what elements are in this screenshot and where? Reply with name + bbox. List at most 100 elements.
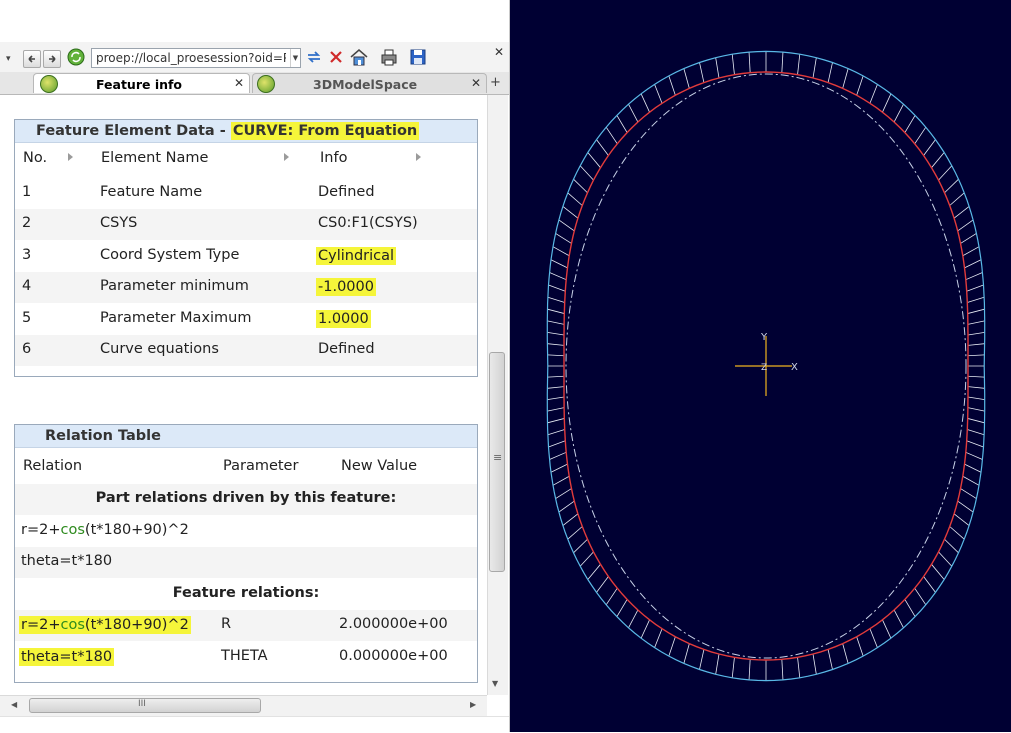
normal-tick bbox=[654, 84, 663, 104]
table-row: 6 Curve equations Defined bbox=[15, 335, 477, 366]
row-number: 1 bbox=[22, 184, 32, 200]
panel-title: Relation Table bbox=[45, 428, 161, 444]
normal-tick bbox=[967, 418, 985, 424]
print-button[interactable] bbox=[378, 47, 398, 67]
normal-tick bbox=[949, 526, 965, 540]
sync-arrows-icon bbox=[307, 51, 321, 63]
normal-tick bbox=[812, 653, 817, 675]
globe-tab-icon bbox=[40, 75, 58, 93]
home-button[interactable] bbox=[348, 47, 368, 67]
normal-tick bbox=[579, 165, 594, 181]
stop-x-icon bbox=[330, 51, 342, 63]
bottom-strip bbox=[0, 716, 509, 733]
row-number: 5 bbox=[22, 310, 32, 326]
scroll-down-arrow[interactable]: ▼ bbox=[492, 679, 498, 688]
relation-text-highlighted: theta=t*180 bbox=[19, 648, 115, 666]
browser-toolbar: ▾ proep://local_proesession?oid=PI ▼ ✕ bbox=[0, 42, 509, 72]
feature-element-panel: Feature Element Data - CURVE: From Equat… bbox=[14, 119, 478, 377]
model-viewport[interactable]: X Y Z bbox=[510, 0, 1011, 732]
normal-tick bbox=[715, 653, 720, 675]
normal-tick bbox=[558, 500, 575, 513]
normal-tick bbox=[882, 619, 892, 639]
tab-feature-info[interactable]: Feature info ✕ bbox=[33, 73, 250, 93]
table-row: 4 Parameter minimum -1.0000 bbox=[15, 272, 477, 303]
column-header-relation: Relation bbox=[23, 458, 83, 474]
table-row: 3 Coord System Type Cylindrical bbox=[15, 241, 477, 272]
row-info-highlighted: Cylindrical bbox=[316, 247, 397, 265]
normal-tick bbox=[944, 178, 959, 194]
new-tab-button[interactable]: + bbox=[490, 75, 501, 90]
curve-graphics[interactable]: X Y Z bbox=[510, 0, 1011, 732]
csys-marker[interactable]: X Y Z bbox=[735, 332, 798, 396]
normal-tick bbox=[548, 284, 566, 292]
url-dropdown-arrow[interactable]: ▼ bbox=[290, 49, 300, 67]
feature-relations-heading: Feature relations: bbox=[172, 585, 320, 601]
normal-tick bbox=[842, 68, 849, 89]
tab-close-icon[interactable]: ✕ bbox=[471, 76, 481, 90]
stop-button[interactable] bbox=[326, 47, 346, 67]
sync-button[interactable] bbox=[304, 47, 324, 67]
table-row: 1 Feature Name Defined bbox=[15, 178, 477, 209]
relation-text-highlighted: r=2+cos(t*180+90)^2 bbox=[19, 616, 191, 634]
relation-parameter: R bbox=[221, 616, 232, 632]
normal-tick bbox=[640, 619, 650, 639]
normal-tick bbox=[856, 75, 864, 96]
save-button[interactable] bbox=[408, 47, 428, 67]
row-info: Defined bbox=[318, 184, 375, 200]
horizontal-scrollbar[interactable]: ◀ III ▶ bbox=[0, 695, 487, 716]
panel-title-highlight: CURVE: From Equation bbox=[230, 122, 420, 140]
vertical-scrollbar[interactable]: ≡ ▼ bbox=[487, 95, 508, 695]
row-element-name: Parameter Maximum bbox=[100, 310, 252, 326]
normal-tick bbox=[668, 75, 676, 96]
row-number: 3 bbox=[22, 247, 32, 263]
normal-tick bbox=[654, 628, 663, 648]
table-row: theta=t*180 THETA 0.000000e+00 bbox=[15, 642, 477, 673]
sort-arrow-icon[interactable] bbox=[68, 153, 73, 161]
sort-arrow-icon[interactable] bbox=[416, 153, 421, 161]
normal-tick bbox=[869, 84, 878, 104]
close-browser-button[interactable]: ✕ bbox=[494, 45, 504, 59]
content-area: Feature Element Data - CURVE: From Equat… bbox=[0, 95, 487, 695]
normal-tick bbox=[966, 284, 984, 292]
refresh-globe-icon bbox=[67, 48, 85, 66]
relation-text: theta=t*180 bbox=[21, 553, 113, 569]
normal-tick bbox=[967, 375, 985, 378]
back-button[interactable] bbox=[23, 50, 41, 68]
toolbar-menu-dropdown[interactable]: ▾ bbox=[6, 54, 11, 64]
column-header-new-value: New Value bbox=[341, 458, 418, 474]
url-field[interactable]: proep://local_proesession?oid=PI ▼ bbox=[91, 48, 301, 68]
refresh-button[interactable] bbox=[66, 47, 86, 67]
table-row: r=2+cos(t*180+90)^2 R 2.000000e+00 bbox=[15, 610, 477, 641]
normal-tick bbox=[964, 259, 982, 269]
column-header-element-name[interactable]: Element Name bbox=[101, 150, 208, 166]
tab-3dmodelspace[interactable]: 3DModelSpace ✕ bbox=[252, 73, 487, 93]
normal-tick bbox=[967, 407, 985, 412]
csys-y-label: Y bbox=[760, 332, 768, 343]
column-header-no[interactable]: No. bbox=[23, 150, 47, 166]
relation-value: 0.000000e+00 bbox=[339, 648, 448, 664]
row-info-highlighted: 1.0000 bbox=[316, 310, 371, 328]
normal-tick bbox=[893, 103, 904, 123]
sort-arrow-icon[interactable] bbox=[284, 153, 289, 161]
scroll-left-arrow[interactable]: ◀ bbox=[11, 700, 17, 709]
relation-function: cos bbox=[60, 522, 85, 538]
forward-button[interactable] bbox=[43, 50, 61, 68]
scroll-thumb[interactable]: ≡ bbox=[489, 352, 505, 572]
relation-prefix: r=2+ bbox=[21, 522, 61, 538]
normal-tick bbox=[967, 354, 985, 357]
normal-tick bbox=[923, 576, 936, 593]
normal-tick bbox=[953, 206, 970, 219]
normal-tick bbox=[960, 488, 977, 499]
relation-value: 2.000000e+00 bbox=[339, 616, 448, 632]
normal-tick bbox=[552, 246, 570, 257]
normal-tick bbox=[547, 331, 565, 336]
normal-tick bbox=[605, 587, 618, 606]
normal-tick bbox=[616, 599, 628, 617]
normal-tick bbox=[812, 57, 817, 79]
normal-tick bbox=[960, 233, 977, 244]
normal-tick bbox=[869, 628, 878, 648]
scroll-thumb[interactable]: III bbox=[29, 698, 261, 713]
tab-close-icon[interactable]: ✕ bbox=[234, 76, 244, 90]
column-header-info[interactable]: Info bbox=[320, 150, 347, 166]
scroll-right-arrow[interactable]: ▶ bbox=[470, 700, 476, 709]
